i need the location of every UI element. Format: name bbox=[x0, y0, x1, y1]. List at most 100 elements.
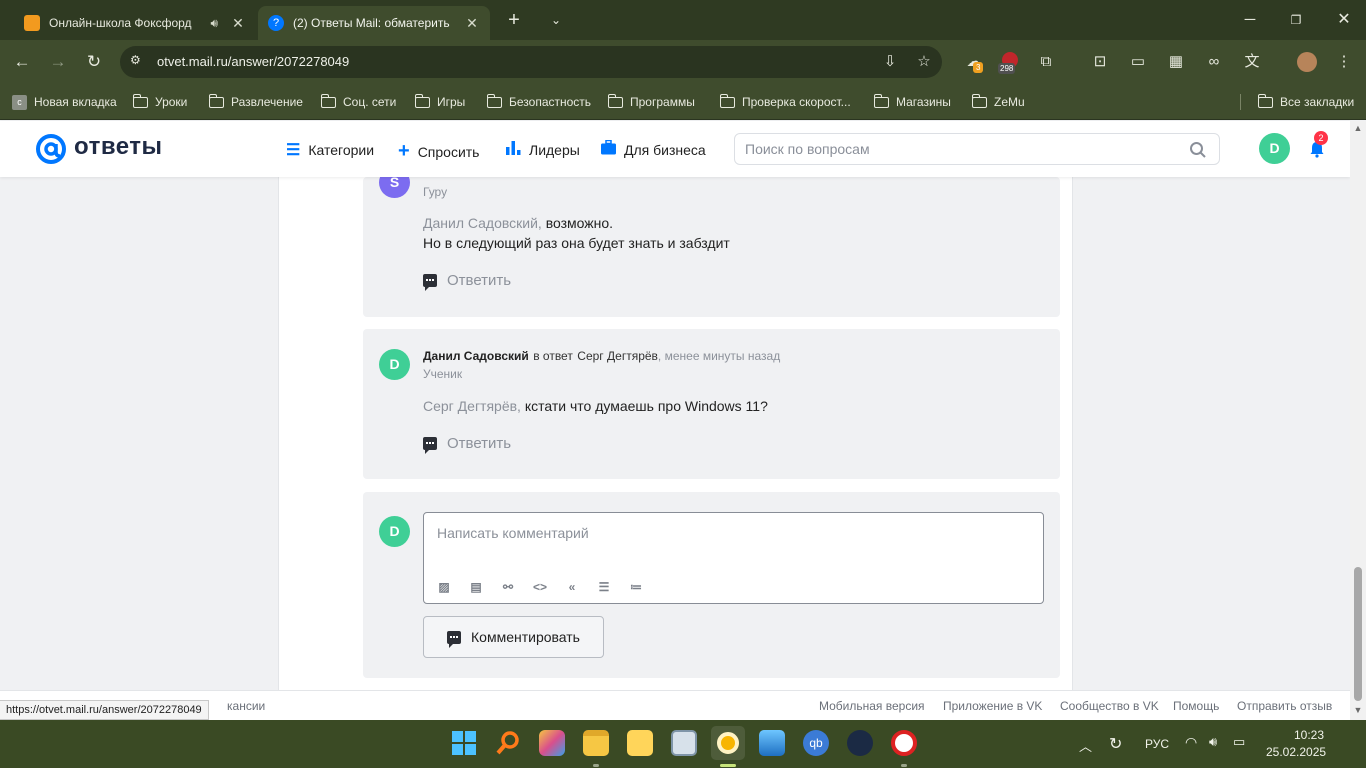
translate-icon[interactable]: 文 bbox=[1242, 52, 1262, 72]
bookmark-folder-security[interactable]: Безопастность bbox=[486, 93, 591, 111]
folder-app-icon[interactable] bbox=[627, 730, 653, 756]
qr-code-icon[interactable]: ▦ bbox=[1166, 52, 1186, 72]
close-window-icon[interactable]: ✕ bbox=[1332, 9, 1356, 31]
app-cube-icon[interactable] bbox=[539, 730, 565, 756]
code-icon[interactable]: <> bbox=[532, 579, 548, 595]
weather-extension-icon[interactable]: ☁︎ 3 bbox=[964, 52, 984, 73]
browser-menu-icon[interactable]: ⋮ bbox=[1334, 52, 1354, 72]
link-icon[interactable]: ⚯ bbox=[500, 579, 516, 595]
bullet-list-icon[interactable]: ≔ bbox=[628, 579, 644, 595]
share-link-icon[interactable]: ∞ bbox=[1204, 52, 1224, 72]
bookmark-folder-entertainment[interactable]: Развлечение bbox=[208, 93, 303, 111]
comment-textarea[interactable]: Написать комментарий ▨ ▤ ⚯ <> « ☰ ≔ bbox=[423, 512, 1044, 604]
wifi-icon[interactable]: ◠ bbox=[1185, 734, 1197, 751]
comment-card: S Гуру Данил Садовский, возможно. Но в с… bbox=[363, 167, 1060, 317]
logo-at-icon[interactable] bbox=[35, 133, 67, 165]
footer-link-vk-community[interactable]: Сообщество в VK bbox=[1060, 699, 1159, 713]
nav-categories[interactable]: ☰ Категории bbox=[286, 140, 374, 160]
clock-date[interactable]: 25.02.2025 bbox=[1266, 745, 1326, 759]
notifications-badge: 2 bbox=[1314, 131, 1328, 145]
extensions-puzzle-icon[interactable]: ⧉ bbox=[1036, 52, 1056, 72]
scrollbar-thumb[interactable] bbox=[1354, 567, 1362, 701]
bookmark-folder-zemu[interactable]: ZeMu bbox=[971, 93, 1025, 111]
comment-bubble-icon bbox=[423, 274, 437, 291]
security-app-icon[interactable] bbox=[891, 730, 917, 756]
footer-link-vk-app[interactable]: Приложение в VK bbox=[943, 699, 1042, 713]
mention-link[interactable]: Серг Дегтярёв, bbox=[423, 398, 521, 414]
language-indicator[interactable]: РУС bbox=[1145, 737, 1169, 751]
bookmark-new-tab[interactable]: c Новая вкладка bbox=[12, 93, 117, 111]
bookmark-folder-programs[interactable]: Программы bbox=[607, 93, 695, 111]
install-app-icon[interactable]: ⇩ bbox=[880, 52, 900, 72]
notifications-bell-icon[interactable]: 2 bbox=[1308, 131, 1328, 158]
nav-ask[interactable]: + Спросить bbox=[398, 140, 479, 163]
close-tab-icon[interactable]: ✕ bbox=[464, 15, 480, 32]
tray-chevron-up-icon[interactable]: ︿ bbox=[1079, 736, 1092, 755]
scroll-up-icon[interactable]: ▲ bbox=[1353, 123, 1363, 133]
submit-comment-button[interactable]: Комментировать bbox=[423, 616, 604, 658]
reload-icon[interactable]: ↻ bbox=[84, 52, 104, 72]
browser-toolbar: ← → ↻ ⚙︎ otvet.mail.ru/answer/2072278049… bbox=[0, 40, 1366, 84]
author-name[interactable]: Данил Садовский bbox=[423, 349, 529, 363]
cast-icon[interactable]: ▭ bbox=[1128, 52, 1148, 72]
logo-text[interactable]: ответы bbox=[74, 133, 163, 161]
volume-icon[interactable]: 🔊︎ bbox=[1209, 734, 1217, 750]
bookmark-folder-social[interactable]: Соц. сети bbox=[320, 93, 396, 111]
site-info-icon[interactable]: ⚙︎ bbox=[130, 53, 148, 71]
new-tab-icon[interactable]: + bbox=[502, 9, 526, 31]
user-rank: Гуру bbox=[423, 185, 448, 199]
reply-button[interactable]: Ответить bbox=[423, 435, 511, 454]
bookmark-folder-shops[interactable]: Магазины bbox=[873, 93, 951, 111]
calculator-icon[interactable] bbox=[671, 730, 697, 756]
battery-icon[interactable]: ▭ bbox=[1233, 734, 1245, 750]
search-icon[interactable] bbox=[1189, 141, 1207, 159]
start-windows-icon[interactable] bbox=[451, 730, 477, 756]
tab-foxford[interactable]: Онлайн-школа Фоксфорд 🔊︎ ✕ bbox=[14, 6, 256, 40]
screenshot-icon[interactable]: ⊡ bbox=[1090, 52, 1110, 72]
nav-business[interactable]: Для бизнеса bbox=[601, 139, 706, 160]
clock-time[interactable]: 10:23 bbox=[1294, 728, 1324, 742]
video-icon[interactable]: ▤ bbox=[468, 579, 484, 595]
steam-icon[interactable] bbox=[847, 730, 873, 756]
footer-link-help[interactable]: Помощь bbox=[1173, 699, 1219, 713]
file-explorer-icon[interactable] bbox=[583, 730, 609, 756]
speaker-icon[interactable]: 🔊︎ bbox=[210, 16, 218, 31]
qbittorrent-icon[interactable]: qb bbox=[803, 730, 829, 756]
tab-search-chevron-icon[interactable]: ⌄ bbox=[544, 9, 568, 31]
user-avatar[interactable]: D bbox=[1259, 133, 1290, 164]
reply-button[interactable]: Ответить bbox=[423, 272, 511, 291]
numbered-list-icon[interactable]: ☰ bbox=[596, 579, 612, 595]
avatar[interactable]: D bbox=[379, 349, 410, 380]
adblock-extension-icon[interactable]: 298 bbox=[998, 52, 1020, 74]
minimize-icon[interactable]: ─ bbox=[1238, 9, 1262, 31]
bookmark-folder-games[interactable]: Игры bbox=[414, 93, 465, 111]
page-scrollbar[interactable]: ▲ ▼ bbox=[1350, 121, 1366, 720]
all-bookmarks[interactable]: Все закладки bbox=[1257, 93, 1354, 111]
scroll-down-icon[interactable]: ▼ bbox=[1353, 705, 1363, 715]
restore-icon[interactable]: ❐ bbox=[1284, 9, 1308, 31]
bookmark-folder-lessons[interactable]: Уроки bbox=[132, 93, 187, 111]
nav-leaders[interactable]: Лидеры bbox=[506, 140, 580, 160]
quote-icon[interactable]: « bbox=[564, 579, 580, 595]
sync-icon[interactable]: ↻ bbox=[1109, 734, 1122, 754]
tab-otvet-mail[interactable]: ? (2) Ответы Mail: обматерить ✕ bbox=[258, 6, 490, 40]
profile-avatar-icon[interactable] bbox=[1297, 52, 1317, 72]
submit-label: Комментировать bbox=[471, 629, 580, 645]
in-reply-to-user[interactable]: Серг Дегтярёв bbox=[577, 349, 658, 363]
bookmark-star-icon[interactable]: ☆ bbox=[914, 52, 934, 72]
footer-link-vacancies[interactable]: кансии bbox=[227, 699, 265, 713]
search-input[interactable] bbox=[745, 141, 1175, 157]
search-icon[interactable] bbox=[495, 730, 521, 756]
mention-link[interactable]: Данил Садовский, bbox=[423, 215, 542, 231]
close-tab-icon[interactable]: ✕ bbox=[230, 15, 246, 32]
footer-link-mobile[interactable]: Мобильная версия bbox=[819, 699, 925, 713]
photos-app-icon[interactable] bbox=[759, 730, 785, 756]
address-bar[interactable]: ⚙︎ otvet.mail.ru/answer/2072278049 ⇩ ☆ bbox=[120, 46, 942, 78]
image-icon[interactable]: ▨ bbox=[436, 579, 452, 595]
forward-icon[interactable]: → bbox=[48, 52, 68, 72]
footer-link-feedback[interactable]: Отправить отзыв bbox=[1237, 699, 1332, 713]
url-text[interactable]: otvet.mail.ru/answer/2072278049 bbox=[157, 54, 349, 69]
bookmark-folder-speedtest[interactable]: Проверка скорост... bbox=[719, 93, 851, 111]
back-icon[interactable]: ← bbox=[12, 52, 32, 72]
browser-taskbar-icon[interactable] bbox=[711, 726, 745, 760]
